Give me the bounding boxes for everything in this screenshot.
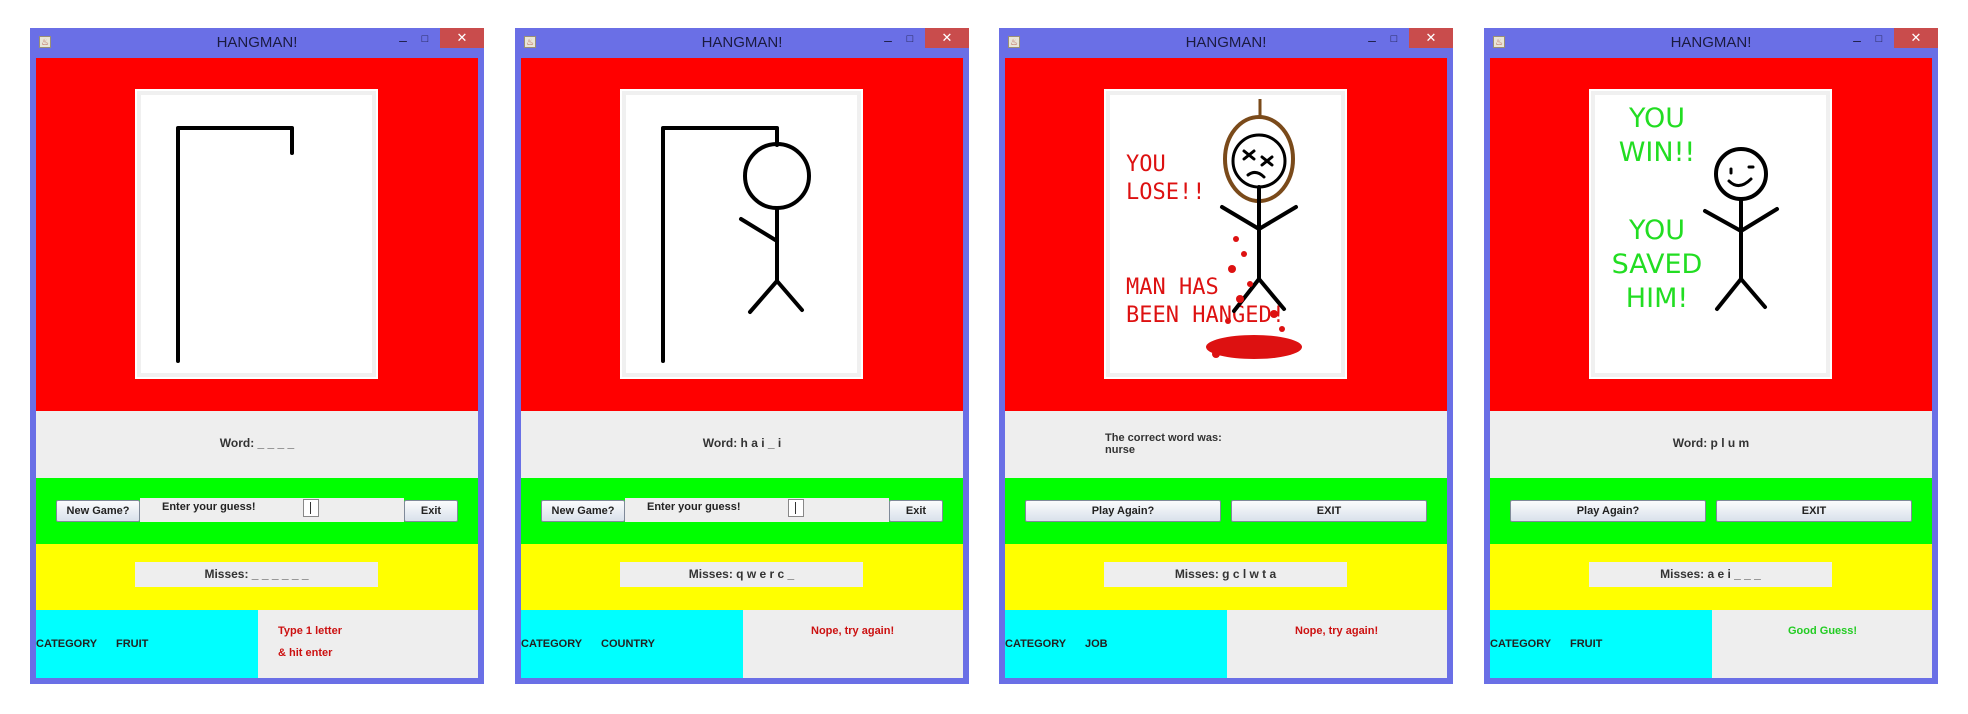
win-line-3: YOU xyxy=(1628,215,1685,246)
maximize-button[interactable]: □ xyxy=(1385,30,1403,50)
category-panel: CATEGORY JOB xyxy=(1005,610,1227,678)
feedback-message: Good Guess! xyxy=(1788,625,1858,637)
misses-display: Misses: _ _ _ _ _ _ xyxy=(135,562,378,587)
image-panel: YOU LOSE!! MAN HAS BEEN HANGED! xyxy=(1005,58,1447,411)
minimize-button[interactable]: – xyxy=(879,30,897,50)
play-again-button[interactable]: Play Again? xyxy=(1510,500,1706,522)
exit-button[interactable]: Exit xyxy=(404,500,458,522)
category-label: CATEGORY xyxy=(1490,638,1552,650)
exit-button[interactable]: Exit xyxy=(889,500,943,522)
hint-message-line-1: Type 1 letter xyxy=(278,625,342,637)
category-value: JOB xyxy=(1085,638,1108,650)
misses-panel: Misses: g c l w t a xyxy=(1005,544,1447,610)
lose-line-4: BEEN HANGED! xyxy=(1126,303,1285,328)
maximize-button[interactable]: □ xyxy=(416,30,434,50)
word-display: Word: h a i _ i xyxy=(702,436,782,450)
play-again-button[interactable]: Play Again? xyxy=(1025,500,1221,522)
word-panel: Word: h a i _ i xyxy=(521,411,963,478)
feedback-message: Nope, try again! xyxy=(811,625,895,637)
category-panel: CATEGORY FRUIT xyxy=(36,610,258,678)
hangman-canvas xyxy=(620,89,863,379)
title-bar[interactable]: ♨ HANGMAN! – □ ✕ xyxy=(999,28,1453,58)
exit-button[interactable]: EXIT xyxy=(1231,500,1427,522)
misses-panel: Misses: _ _ _ _ _ _ xyxy=(36,544,478,610)
guess-strip: Enter your guess! xyxy=(625,498,889,522)
minimize-button[interactable]: – xyxy=(1848,30,1866,50)
minimize-button[interactable]: – xyxy=(394,30,412,50)
misses-display: Misses: g c l w t a xyxy=(1104,562,1347,587)
correct-word-label: The correct word was: nurse xyxy=(1105,432,1222,456)
lose-line-1: YOU xyxy=(1126,152,1166,177)
guess-input[interactable] xyxy=(303,499,319,517)
hint-message-line-2: & hit enter xyxy=(278,647,333,659)
win-line-5: HIM! xyxy=(1626,283,1688,314)
category-label: CATEGORY xyxy=(36,638,98,650)
close-button[interactable]: ✕ xyxy=(1409,28,1453,48)
image-panel xyxy=(521,58,963,411)
maximize-button[interactable]: □ xyxy=(901,30,919,50)
word-panel: The correct word was: nurse xyxy=(1005,411,1447,478)
status-panel: CATEGORY COUNTRY Nope, try again! xyxy=(521,610,963,678)
category-value: FRUIT xyxy=(116,638,149,650)
status-panel: CATEGORY FRUIT Type 1 letter & hit enter xyxy=(36,610,478,678)
misses-panel: Misses: a e i _ _ _ xyxy=(1490,544,1932,610)
category-label: CATEGORY xyxy=(1005,638,1067,650)
image-panel xyxy=(36,58,478,411)
category-panel: CATEGORY FRUIT xyxy=(1490,610,1712,678)
category-value: FRUIT xyxy=(1570,638,1603,650)
controls-panel: Play Again? EXIT xyxy=(1490,478,1932,544)
hangman-window-2: ♨ HANGMAN! – □ ✕ Word: h a i _ i New Gam… xyxy=(515,28,969,684)
word-panel: Word: _ _ _ _ xyxy=(36,411,478,478)
hangman-drawing xyxy=(622,91,861,377)
misses-panel: Misses: q w e r c _ xyxy=(521,544,963,610)
guess-strip: Enter your guess! xyxy=(140,498,404,522)
lose-drawing: YOU LOSE!! MAN HAS BEEN HANGED! xyxy=(1106,91,1345,377)
status-panel: CATEGORY JOB Nope, try again! xyxy=(1005,610,1447,678)
category-value: COUNTRY xyxy=(601,638,655,650)
minimize-button[interactable]: – xyxy=(1363,30,1381,50)
hangman-canvas: YOU LOSE!! MAN HAS BEEN HANGED! xyxy=(1104,89,1347,379)
category-label: CATEGORY xyxy=(521,638,583,650)
close-button[interactable]: ✕ xyxy=(440,28,484,48)
win-line-1: YOU xyxy=(1628,103,1685,134)
guess-label: Enter your guess! xyxy=(647,501,741,513)
correct-word-line-1: The correct word was: xyxy=(1105,432,1222,444)
hangman-canvas: YOU WIN!! YOU SAVED HIM! xyxy=(1589,89,1832,379)
title-bar[interactable]: ♨ HANGMAN! – □ ✕ xyxy=(1484,28,1938,58)
gallows-drawing xyxy=(137,91,376,377)
misses-display: Misses: a e i _ _ _ xyxy=(1589,562,1832,587)
title-bar[interactable]: ♨ HANGMAN! – □ ✕ xyxy=(30,28,484,58)
win-line-4: SAVED xyxy=(1612,249,1703,280)
exit-button[interactable]: EXIT xyxy=(1716,500,1912,522)
hangman-window-1: ♨ HANGMAN! – □ ✕ Word: _ _ _ _ New Game?… xyxy=(30,28,484,684)
category-panel: CATEGORY COUNTRY xyxy=(521,610,743,678)
controls-panel: New Game? Enter your guess! Exit xyxy=(36,478,478,544)
win-line-2: WIN!! xyxy=(1619,137,1696,168)
image-panel: YOU WIN!! YOU SAVED HIM! xyxy=(1490,58,1932,411)
word-display: Word: p l u m xyxy=(1672,436,1750,450)
misses-display: Misses: q w e r c _ xyxy=(620,562,863,587)
win-drawing: YOU WIN!! YOU SAVED HIM! xyxy=(1591,91,1830,377)
word-panel: Word: p l u m xyxy=(1490,411,1932,478)
title-bar[interactable]: ♨ HANGMAN! – □ ✕ xyxy=(515,28,969,58)
hangman-canvas xyxy=(135,89,378,379)
hangman-window-4: ♨ HANGMAN! – □ ✕ YOU WIN!! YOU SAVED HIM… xyxy=(1484,28,1938,684)
controls-panel: Play Again? EXIT xyxy=(1005,478,1447,544)
word-display: Word: _ _ _ _ xyxy=(219,436,295,450)
hangman-window-3: ♨ HANGMAN! – □ ✕ YOU LOSE!! MAN HAS BEEN… xyxy=(999,28,1453,684)
maximize-button[interactable]: □ xyxy=(1870,30,1888,50)
close-button[interactable]: ✕ xyxy=(1894,28,1938,48)
close-button[interactable]: ✕ xyxy=(925,28,969,48)
guess-label: Enter your guess! xyxy=(162,501,256,513)
lose-line-2: LOSE!! xyxy=(1126,180,1205,205)
status-panel: CATEGORY FRUIT Good Guess! xyxy=(1490,610,1932,678)
new-game-button[interactable]: New Game? xyxy=(56,500,140,522)
guess-input[interactable] xyxy=(788,499,804,517)
feedback-message: Nope, try again! xyxy=(1295,625,1379,637)
lose-line-3: MAN HAS xyxy=(1126,275,1219,300)
correct-word-line-2: nurse xyxy=(1105,444,1135,456)
controls-panel: New Game? Enter your guess! Exit xyxy=(521,478,963,544)
new-game-button[interactable]: New Game? xyxy=(541,500,625,522)
